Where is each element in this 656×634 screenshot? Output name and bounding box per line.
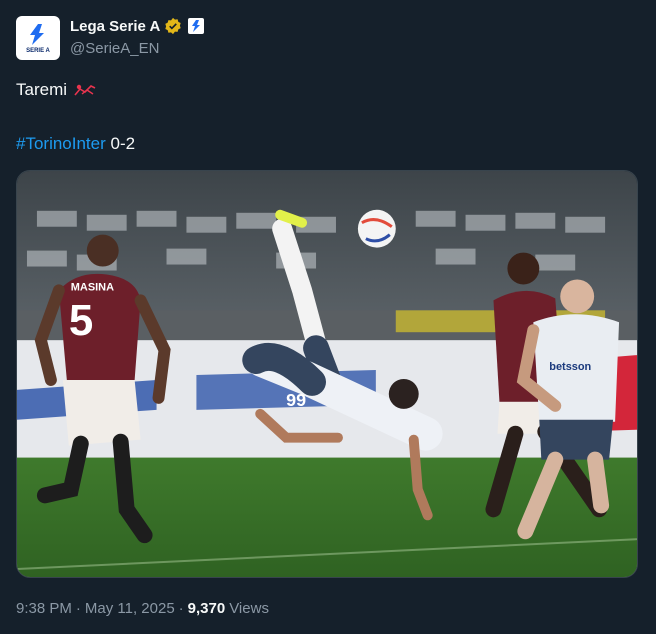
masina-name-text: MASINA — [71, 281, 114, 293]
tweet-photo[interactable]: MASINA 5 99 betsson — [16, 170, 638, 578]
logo-text: SERIE A — [26, 47, 50, 54]
meta-separator: · — [75, 600, 81, 617]
verified-badge-icon[interactable] — [164, 17, 182, 35]
betsson-sponsor-text: betsson — [549, 361, 591, 373]
hashtag-link[interactable]: #TorinoInter — [16, 134, 106, 153]
avatar[interactable]: SERIE A — [16, 16, 60, 60]
tweet-date[interactable]: May 11, 2025 — [85, 600, 175, 617]
author-display-name[interactable]: Lega Serie A — [70, 18, 160, 35]
tweet-text-line: Taremi — [16, 80, 97, 100]
masina-number-text: 5 — [69, 296, 93, 345]
match-photo-illustration: MASINA 5 99 betsson — [17, 171, 637, 577]
meta-separator: · — [178, 600, 184, 617]
score-text: 0-2 — [105, 134, 136, 153]
inter-number-text: 99 — [286, 390, 306, 410]
tweet-text: Taremi — [16, 80, 68, 99]
tweet-time[interactable]: 9:38 PM — [16, 600, 72, 617]
views-count[interactable]: 9,370 — [188, 600, 226, 617]
tweet-score-line: #TorinoInter 0-2 — [16, 134, 135, 154]
author-handle[interactable]: @SerieA_EN — [70, 40, 159, 57]
author-name-row: Lega Serie A — [70, 16, 205, 36]
views-label: Views — [229, 600, 269, 617]
bicycle-kick-emoji-icon — [74, 84, 96, 96]
affiliate-badge-icon[interactable] — [188, 18, 205, 34]
serie-a-logo-icon — [30, 23, 44, 45]
tweet-meta: 9:38 PM · May 11, 2025 · 9,370 Views — [16, 600, 269, 617]
